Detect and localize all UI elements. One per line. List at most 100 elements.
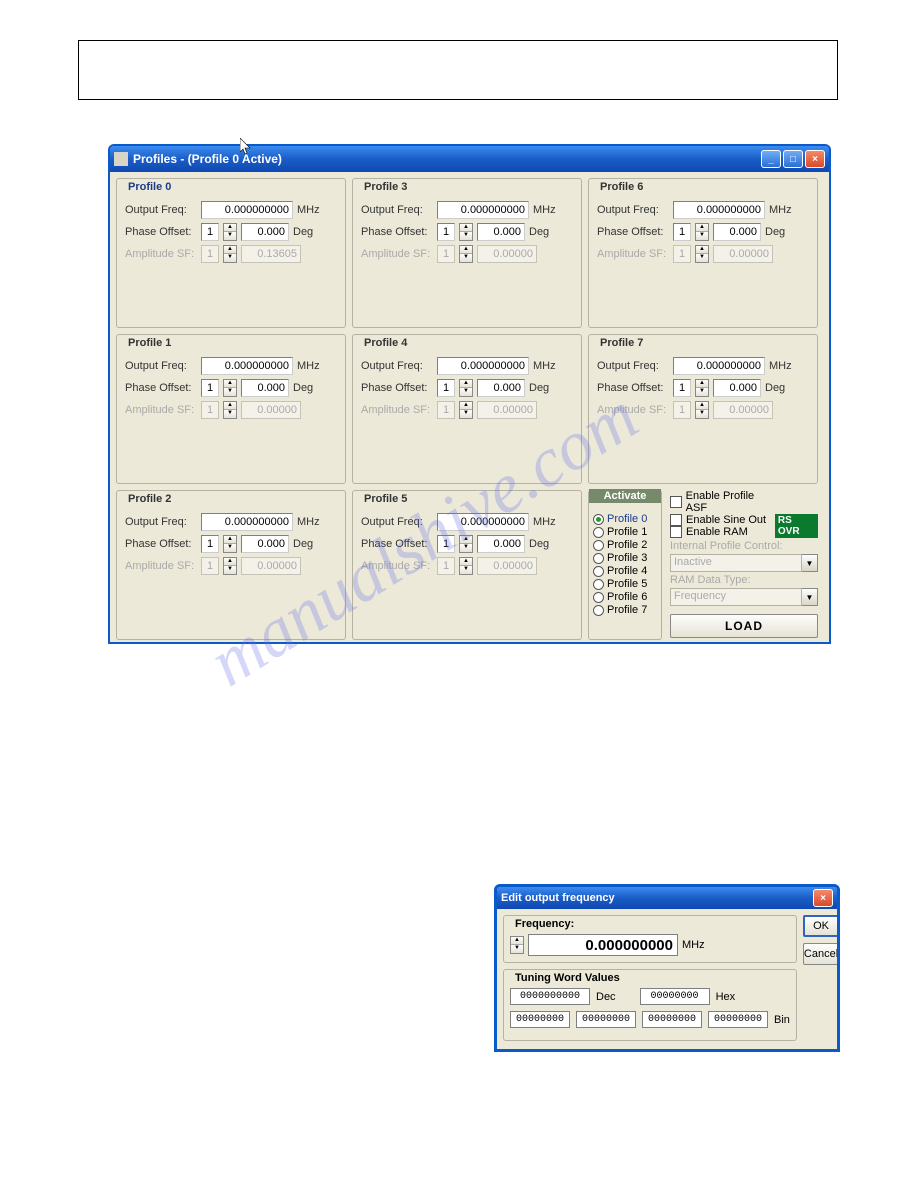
titlebar[interactable]: Profiles - (Profile 0 Active) _ □ × bbox=[110, 146, 829, 172]
edit-close-button[interactable]: × bbox=[813, 889, 833, 907]
output-freq-input[interactable] bbox=[673, 357, 765, 375]
ram-label: RAM Data Type: bbox=[670, 574, 818, 586]
enable-sine-out-checkbox[interactable]: Enable Sine Out bbox=[670, 514, 775, 526]
frequency-spinner[interactable]: ▲ ▼ bbox=[510, 936, 524, 954]
phase-n-input[interactable] bbox=[437, 379, 455, 397]
output-freq-input[interactable] bbox=[201, 201, 293, 219]
phase-n-input[interactable] bbox=[437, 223, 455, 241]
freq-spin-down[interactable]: ▼ bbox=[511, 945, 523, 953]
phase-spinner[interactable]: ▲▼ bbox=[459, 223, 473, 241]
twv-bin-label: Bin bbox=[774, 1014, 790, 1026]
freq-spin-up[interactable]: ▲ bbox=[511, 937, 523, 945]
phase-spin-down[interactable]: ▼ bbox=[460, 388, 472, 396]
controls-area: ActivateProfile 0Profile 1Profile 2Profi… bbox=[588, 490, 818, 640]
twv-dec-input[interactable] bbox=[510, 988, 590, 1005]
phase-spinner[interactable]: ▲▼ bbox=[459, 379, 473, 397]
amplitude-sf-label: Amplitude SF: bbox=[361, 248, 433, 260]
phase-spin-up[interactable]: ▲ bbox=[224, 224, 236, 232]
output-freq-input[interactable] bbox=[437, 357, 529, 375]
output-freq-input[interactable] bbox=[437, 201, 529, 219]
minimize-button[interactable]: _ bbox=[761, 150, 781, 168]
phase-n-input[interactable] bbox=[673, 379, 691, 397]
phase-spinner[interactable]: ▲▼ bbox=[223, 379, 237, 397]
enable-profile-asf-checkbox[interactable]: Enable Profile ASF bbox=[670, 490, 775, 514]
phase-spin-down[interactable]: ▼ bbox=[696, 388, 708, 396]
phase-spin-up[interactable]: ▲ bbox=[696, 224, 708, 232]
twv-bin-input-0[interactable] bbox=[510, 1011, 570, 1028]
phase-spin-down[interactable]: ▼ bbox=[224, 544, 236, 552]
ipc-combo[interactable]: Inactive▼ bbox=[670, 554, 818, 572]
phase-n-input[interactable] bbox=[437, 535, 455, 553]
output-freq-input[interactable] bbox=[201, 357, 293, 375]
activate-option-7[interactable]: Profile 7 bbox=[593, 604, 657, 616]
phase-spin-down[interactable]: ▼ bbox=[460, 232, 472, 240]
twv-bin-input-3[interactable] bbox=[708, 1011, 768, 1028]
phase-spin-down[interactable]: ▼ bbox=[696, 232, 708, 240]
activate-option-0[interactable]: Profile 0 bbox=[593, 513, 657, 525]
output-freq-input[interactable] bbox=[673, 201, 765, 219]
activate-option-1[interactable]: Profile 1 bbox=[593, 526, 657, 538]
activate-option-3[interactable]: Profile 3 bbox=[593, 552, 657, 564]
phase-offset-label: Phase Offset: bbox=[597, 226, 669, 238]
twv-bin-input-2[interactable] bbox=[642, 1011, 702, 1028]
activate-option-2[interactable]: Profile 2 bbox=[593, 539, 657, 551]
activate-option-5[interactable]: Profile 5 bbox=[593, 578, 657, 590]
maximize-button[interactable]: □ bbox=[783, 150, 803, 168]
enable-ram-checkbox[interactable]: Enable RAM bbox=[670, 526, 775, 538]
phase-spin-up[interactable]: ▲ bbox=[224, 536, 236, 544]
amp-n-input bbox=[201, 245, 219, 263]
phase-spin-down[interactable]: ▼ bbox=[224, 388, 236, 396]
phase-unit: Deg bbox=[293, 226, 319, 238]
phase-spin-up[interactable]: ▲ bbox=[460, 536, 472, 544]
phase-n-input[interactable] bbox=[201, 223, 219, 241]
phase-input[interactable] bbox=[241, 535, 289, 553]
radio-icon bbox=[593, 514, 604, 525]
phase-spinner[interactable]: ▲▼ bbox=[223, 223, 237, 241]
output-freq-label: Output Freq: bbox=[361, 360, 433, 372]
phase-input[interactable] bbox=[241, 379, 289, 397]
cancel-button[interactable]: Cancel bbox=[803, 943, 839, 965]
output-freq-input[interactable] bbox=[437, 513, 529, 531]
radio-icon bbox=[593, 540, 604, 551]
ram-combo[interactable]: Frequency▼ bbox=[670, 588, 818, 606]
chevron-down-icon[interactable]: ▼ bbox=[802, 554, 818, 572]
frequency-input[interactable] bbox=[528, 934, 678, 956]
phase-n-input[interactable] bbox=[673, 223, 691, 241]
phase-spin-up[interactable]: ▲ bbox=[460, 224, 472, 232]
edit-titlebar[interactable]: Edit output frequency × bbox=[497, 887, 837, 909]
activate-option-4[interactable]: Profile 4 bbox=[593, 565, 657, 577]
phase-input[interactable] bbox=[241, 223, 289, 241]
phase-offset-label: Phase Offset: bbox=[361, 226, 433, 238]
phase-offset-label: Phase Offset: bbox=[125, 226, 197, 238]
phase-input[interactable] bbox=[713, 223, 761, 241]
twv-hex-input[interactable] bbox=[640, 988, 710, 1005]
phase-n-input[interactable] bbox=[201, 379, 219, 397]
twv-bin-input-1[interactable] bbox=[576, 1011, 636, 1028]
checkbox-label: Enable Sine Out bbox=[686, 514, 766, 526]
activate-option-6[interactable]: Profile 6 bbox=[593, 591, 657, 603]
phase-input[interactable] bbox=[713, 379, 761, 397]
amp-input bbox=[713, 245, 773, 263]
phase-n-input[interactable] bbox=[201, 535, 219, 553]
phase-spin-down[interactable]: ▼ bbox=[460, 544, 472, 552]
profile-group-1: Profile 1Output Freq:MHzPhase Offset:▲▼D… bbox=[116, 334, 346, 484]
phase-spinner[interactable]: ▲▼ bbox=[459, 535, 473, 553]
load-button[interactable]: LOAD bbox=[670, 614, 818, 638]
phase-spinner[interactable]: ▲▼ bbox=[695, 223, 709, 241]
phase-spin-up[interactable]: ▲ bbox=[696, 380, 708, 388]
output-freq-input[interactable] bbox=[201, 513, 293, 531]
amp-input bbox=[713, 401, 773, 419]
ok-button[interactable]: OK bbox=[803, 915, 839, 937]
phase-spin-up[interactable]: ▲ bbox=[224, 380, 236, 388]
phase-input[interactable] bbox=[477, 223, 525, 241]
phase-input[interactable] bbox=[477, 379, 525, 397]
close-button[interactable]: × bbox=[805, 150, 825, 168]
checkbox-icon bbox=[670, 526, 682, 538]
phase-spinner[interactable]: ▲▼ bbox=[223, 535, 237, 553]
chevron-down-icon[interactable]: ▼ bbox=[802, 588, 818, 606]
phase-input[interactable] bbox=[477, 535, 525, 553]
phase-spin-up[interactable]: ▲ bbox=[460, 380, 472, 388]
profile-legend: Profile 0 bbox=[125, 181, 174, 193]
phase-spinner[interactable]: ▲▼ bbox=[695, 379, 709, 397]
phase-spin-down[interactable]: ▼ bbox=[224, 232, 236, 240]
